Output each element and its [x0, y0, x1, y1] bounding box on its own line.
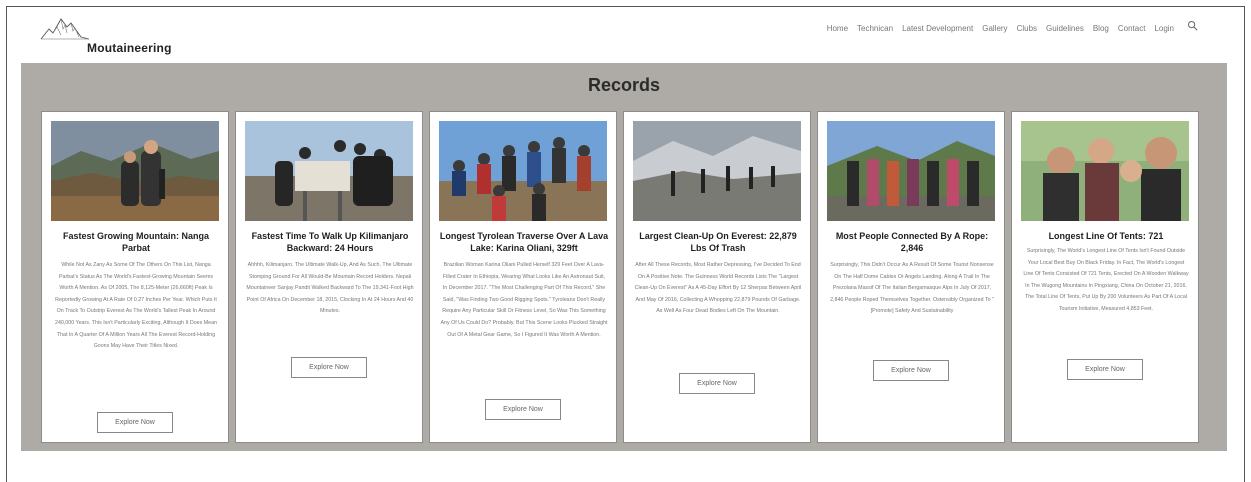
- record-card-text: Brazilian Woman Karina Oliani Pulled Her…: [440, 262, 608, 338]
- record-card-text: While Not As Zany As Some Of The Others …: [55, 262, 217, 350]
- records-section: Records Fastest Growing Mountain: Nanga …: [21, 63, 1227, 451]
- nav-guidelines[interactable]: Guidelines: [1046, 24, 1084, 33]
- nav-contact[interactable]: Contact: [1118, 24, 1146, 33]
- explore-now-button[interactable]: Explore Now: [679, 373, 755, 394]
- record-card-kilimanjaro: Fastest Time To Walk Up Kilimanjaro Back…: [235, 111, 423, 443]
- record-card-tyrolean-traverse: Longest Tyrolean Traverse Over A Lava La…: [429, 111, 617, 443]
- record-card-title: Longest Tyrolean Traverse Over A Lava La…: [439, 231, 609, 253]
- explore-now-button[interactable]: Explore Now: [873, 360, 949, 381]
- record-card-text: Surprisingly, This Didn't Occur As A Res…: [830, 262, 994, 315]
- brand-name: Moutaineering: [87, 41, 172, 55]
- record-photo: [633, 121, 801, 221]
- record-card-title: Largest Clean-Up On Everest: 22,879 Lbs …: [639, 231, 797, 253]
- nav-login[interactable]: Login: [1154, 24, 1174, 33]
- record-photo: [827, 121, 995, 221]
- mountain-logo-icon: [40, 18, 90, 40]
- explore-now-button[interactable]: Explore Now: [97, 412, 173, 433]
- record-card-line-of-tents: Longest Line Of Tents: 721 Surprisingly,…: [1011, 111, 1199, 443]
- record-card-text: Ahhhh, Kilimanjaro. The Ultimate Walk-Up…: [246, 262, 414, 315]
- record-card-title: Fastest Growing Mountain: Nanga Parbat: [62, 231, 209, 253]
- explore-now-button[interactable]: Explore Now: [1067, 359, 1143, 380]
- nav-gallery[interactable]: Gallery: [982, 24, 1007, 33]
- page-frame: Moutaineering Home Technican Latest Deve…: [6, 6, 1245, 482]
- record-card-title: Longest Line Of Tents: 721: [1048, 231, 1164, 241]
- search-icon[interactable]: [1187, 20, 1198, 31]
- nav-home[interactable]: Home: [827, 24, 848, 33]
- nav-latest-development[interactable]: Latest Development: [902, 24, 973, 33]
- explore-now-button[interactable]: Explore Now: [291, 357, 367, 378]
- record-photo: [245, 121, 413, 221]
- nav-clubs[interactable]: Clubs: [1017, 24, 1037, 33]
- record-card-everest-cleanup: Largest Clean-Up On Everest: 22,879 Lbs …: [623, 111, 811, 443]
- record-photo: [1021, 121, 1189, 221]
- record-card-nanga-parbat: Fastest Growing Mountain: Nanga Parbat W…: [41, 111, 229, 443]
- records-title: Records: [587, 75, 661, 95]
- record-card-text: Surprisingly, The World's Longest Line O…: [1023, 248, 1189, 312]
- record-card-title: Most People Connected By A Rope: 2,846: [835, 231, 989, 253]
- record-photo: [51, 121, 219, 221]
- nav-blog[interactable]: Blog: [1093, 24, 1109, 33]
- brand-logo[interactable]: Moutaineering: [39, 15, 179, 57]
- main-nav: Home Technican Latest Development Galler…: [827, 20, 1198, 34]
- explore-now-button[interactable]: Explore Now: [485, 399, 561, 420]
- record-card-rope-connection: Most People Connected By A Rope: 2,846 S…: [817, 111, 1005, 443]
- record-card-text: After All These Records, Most Rather Dep…: [634, 262, 802, 315]
- site-header: Moutaineering Home Technican Latest Deve…: [7, 7, 1244, 63]
- record-photo: [439, 121, 607, 221]
- nav-technican[interactable]: Technican: [857, 24, 893, 33]
- record-card-title: Fastest Time To Walk Up Kilimanjaro Back…: [251, 231, 409, 253]
